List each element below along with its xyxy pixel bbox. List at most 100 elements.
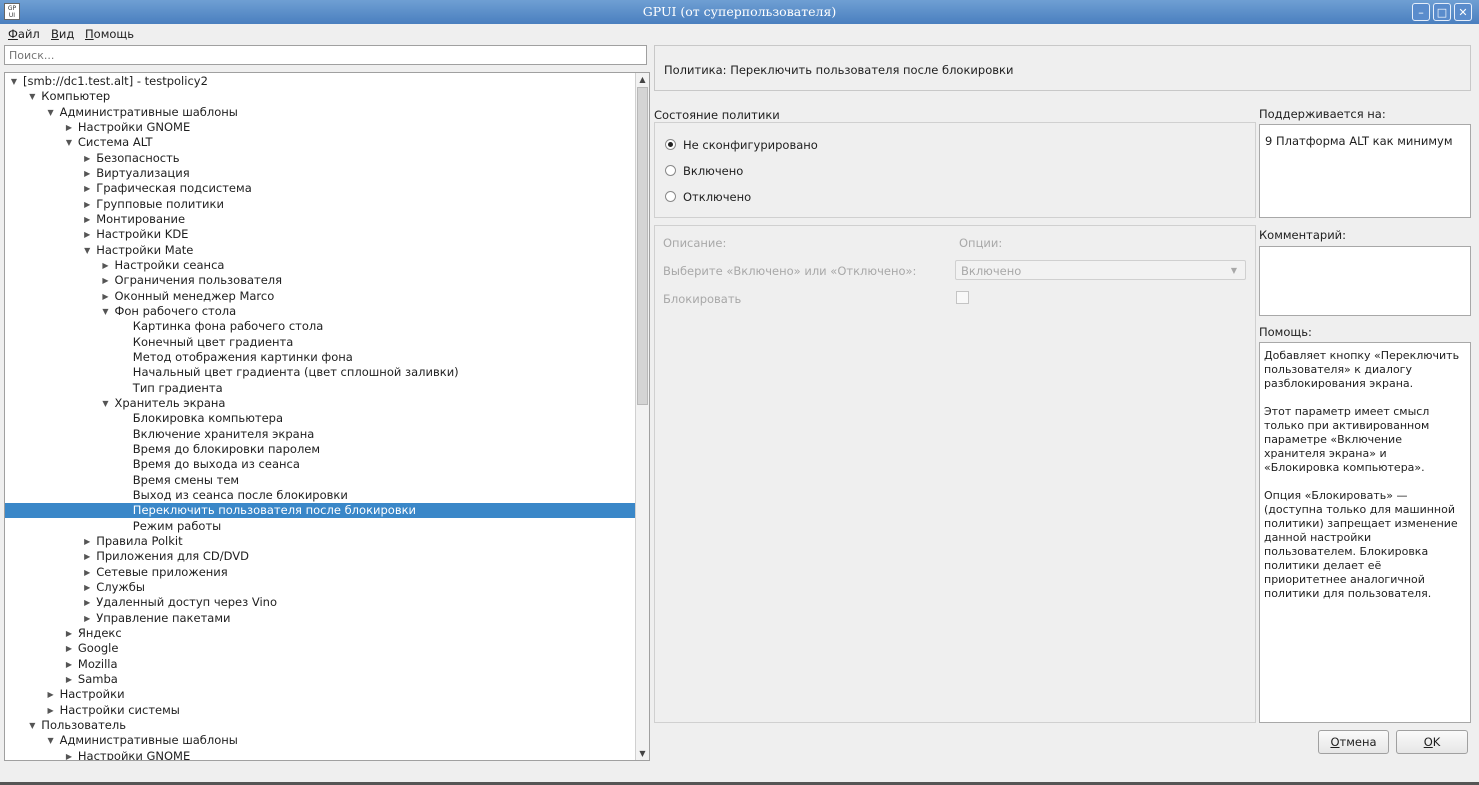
tree-item[interactable]: ▶ Настройки (5, 687, 637, 702)
policy-tree[interactable]: ▼ [smb://dc1.test.alt] - testpolicy2 ▼ Комп… (4, 72, 650, 761)
tree-item[interactable]: Время до выхода из сеанса (5, 457, 637, 472)
expand-closed-icon[interactable]: ▶ (82, 565, 92, 580)
tree-item[interactable]: ▼ Система ALT (5, 135, 637, 150)
tree-item[interactable]: Картинка фона рабочего стола (5, 319, 637, 334)
radio-enabled-indicator (665, 165, 676, 176)
tree-item[interactable]: ▶ Настройки системы (5, 703, 637, 718)
expand-open-icon[interactable]: ▼ (64, 135, 74, 150)
expand-closed-icon[interactable]: ▶ (82, 166, 92, 181)
choose-label: Выберите «Включено» или «Отключено»: (663, 264, 917, 278)
comment-field[interactable] (1259, 246, 1471, 316)
tree-item[interactable]: ▶ Монтирование (5, 212, 637, 227)
expand-closed-icon[interactable]: ▶ (82, 212, 92, 227)
expand-open-icon[interactable]: ▼ (9, 74, 19, 89)
tree-item[interactable]: ▶ Google (5, 641, 637, 656)
tree-item[interactable]: ▼ Административные шаблоны (5, 733, 637, 748)
search-input[interactable] (4, 45, 647, 65)
tree-item[interactable]: ▶ Удаленный доступ через Vino (5, 595, 637, 610)
expand-open-icon[interactable]: ▼ (27, 89, 37, 104)
tree-item[interactable]: ▶ Настройки сеанса (5, 258, 637, 273)
tree-item[interactable]: Режим работы (5, 519, 637, 534)
expand-closed-icon[interactable]: ▶ (64, 641, 74, 656)
tree-item[interactable]: ▶ Оконный менеджер Marco (5, 289, 637, 304)
tree-item[interactable]: ▼ Компьютер (5, 89, 637, 104)
tree-item[interactable]: ▶ Сетевые приложения (5, 565, 637, 580)
tree-item[interactable]: Включение хранителя экрана (5, 427, 637, 442)
tree-item[interactable]: ▶ Ограничения пользователя (5, 273, 637, 288)
tree-scrollbar[interactable]: ▲ ▼ (635, 73, 649, 760)
expand-closed-icon[interactable]: ▶ (82, 227, 92, 242)
scrollbar-thumb[interactable] (637, 87, 648, 405)
tree-item[interactable]: Выход из сеанса после блокировки (5, 488, 637, 503)
menu-file[interactable]: Файл (8, 27, 40, 41)
tree-item[interactable]: Время смены тем (5, 473, 637, 488)
tree-item[interactable]: Конечный цвет градиента (5, 335, 637, 350)
expand-open-icon[interactable]: ▼ (46, 105, 56, 120)
minimize-icon[interactable]: – (1412, 3, 1430, 21)
ok-button[interactable]: OK (1396, 730, 1468, 754)
tree-item-label: Административные шаблоны (59, 104, 238, 119)
expand-closed-icon[interactable]: ▶ (64, 120, 74, 135)
tree-item[interactable]: ▼ Пользователь (5, 718, 637, 733)
expand-closed-icon[interactable]: ▶ (64, 749, 74, 760)
expand-open-icon[interactable]: ▼ (46, 733, 56, 748)
tree-item[interactable]: ▶ Приложения для CD/DVD (5, 549, 637, 564)
tree-item-label: Блокировка компьютера (132, 411, 284, 426)
tree-item-selected[interactable]: Переключить пользователя после блокировк… (5, 503, 637, 519)
tree-item[interactable]: ▶ Яндекс (5, 626, 637, 641)
expand-open-icon[interactable]: ▼ (101, 396, 111, 411)
tree-item[interactable]: ▼ [smb://dc1.test.alt] - testpolicy2 (5, 74, 637, 89)
tree-item[interactable]: ▶ Безопасность (5, 151, 637, 166)
tree-item[interactable]: ▶ Настройки KDE (5, 227, 637, 242)
tree-item[interactable]: ▶ Mozilla (5, 657, 637, 672)
expand-open-icon[interactable]: ▼ (27, 718, 37, 733)
tree-item[interactable]: ▶ Правила Polkit (5, 534, 637, 549)
expand-closed-icon[interactable]: ▶ (82, 181, 92, 196)
expand-closed-icon[interactable]: ▶ (82, 534, 92, 549)
expand-closed-icon[interactable]: ▶ (82, 580, 92, 595)
tree-item[interactable]: ▼ Фон рабочего стола (5, 304, 637, 319)
ok-mnemonic: O (1423, 735, 1433, 749)
menu-view[interactable]: Вид (51, 27, 74, 41)
scroll-up-icon[interactable]: ▲ (636, 73, 649, 86)
expand-closed-icon[interactable]: ▶ (82, 595, 92, 610)
expand-closed-icon[interactable]: ▶ (82, 151, 92, 166)
enable-disable-select[interactable]: Включено ▼ (955, 260, 1246, 280)
tree-item[interactable]: ▼ Хранитель экрана (5, 396, 637, 411)
expand-closed-icon[interactable]: ▶ (46, 687, 56, 702)
expand-closed-icon[interactable]: ▶ (101, 273, 111, 288)
expand-closed-icon[interactable]: ▶ (101, 258, 111, 273)
lock-checkbox[interactable] (956, 291, 969, 304)
tree-item[interactable]: ▶ Виртуализация (5, 166, 637, 181)
tree-item[interactable]: Время до блокировки паролем (5, 442, 637, 457)
tree-item[interactable]: ▶ Samba (5, 672, 637, 687)
tree-item[interactable]: ▶ Настройки GNOME (5, 749, 637, 760)
expand-closed-icon[interactable]: ▶ (82, 611, 92, 626)
expand-open-icon[interactable]: ▼ (101, 304, 111, 319)
expand-closed-icon[interactable]: ▶ (64, 626, 74, 641)
tree-item[interactable]: ▼ Настройки Mate (5, 243, 637, 258)
tree-item[interactable]: Метод отображения картинки фона (5, 350, 637, 365)
scroll-down-icon[interactable]: ▼ (636, 747, 649, 760)
expand-closed-icon[interactable]: ▶ (101, 289, 111, 304)
expand-closed-icon[interactable]: ▶ (82, 197, 92, 212)
tree-item[interactable]: ▶ Графическая подсистема (5, 181, 637, 196)
expand-closed-icon[interactable]: ▶ (82, 549, 92, 564)
tree-item[interactable]: Блокировка компьютера (5, 411, 637, 426)
tree-item[interactable]: ▼ Административные шаблоны (5, 105, 637, 120)
maximize-icon[interactable]: □ (1433, 3, 1451, 21)
tree-item[interactable]: ▶ Групповые политики (5, 197, 637, 212)
tree-item[interactable]: ▶ Управление пакетами (5, 611, 637, 626)
close-icon[interactable]: ✕ (1454, 3, 1472, 21)
expand-open-icon[interactable]: ▼ (82, 243, 92, 258)
tree-item-label: Samba (77, 671, 118, 686)
cancel-button[interactable]: Отмена (1318, 730, 1389, 754)
tree-item[interactable]: ▶ Службы (5, 580, 637, 595)
expand-closed-icon[interactable]: ▶ (64, 672, 74, 687)
tree-item[interactable]: Тип градиента (5, 381, 637, 396)
expand-closed-icon[interactable]: ▶ (46, 703, 56, 718)
menu-help[interactable]: Помощь (85, 27, 134, 41)
expand-closed-icon[interactable]: ▶ (64, 657, 74, 672)
tree-item[interactable]: ▶ Настройки GNOME (5, 120, 637, 135)
tree-item[interactable]: Начальный цвет градиента (цвет сплошной … (5, 365, 637, 380)
